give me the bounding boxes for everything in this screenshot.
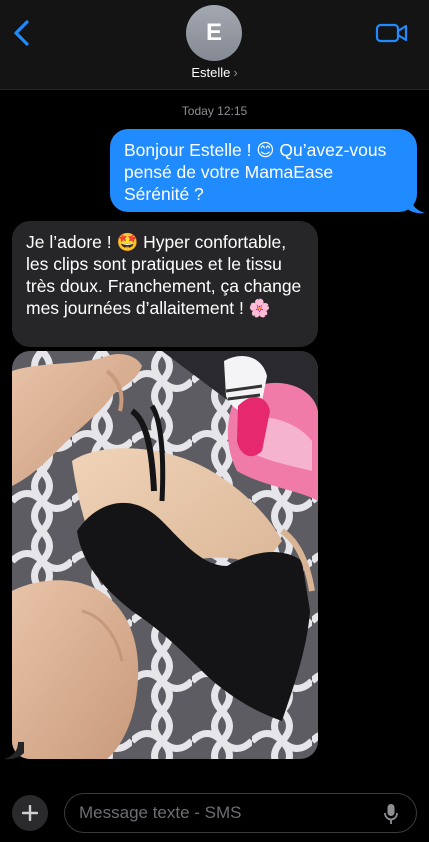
sent-message-bubble[interactable]: Bonjour Estelle ! 😊 Qu’avez-vous pensé d… <box>110 129 417 212</box>
video-camera-icon[interactable] <box>375 20 409 46</box>
received-bubble-tail <box>4 742 24 760</box>
contact-name-label: Estelle <box>191 65 231 80</box>
message-composer[interactable] <box>64 793 417 833</box>
avatar-initial: E <box>205 19 222 46</box>
add-attachment-button[interactable] <box>12 795 48 831</box>
contact-avatar[interactable]: E <box>186 5 242 61</box>
sent-bubble-tail <box>405 196 425 214</box>
message-timestamp: Today 12:15 <box>181 104 248 118</box>
photo-attachment[interactable] <box>12 351 318 759</box>
received-message-bubble[interactable]: Je l’adore ! 🤩 Hyper confortable, les cl… <box>12 221 318 347</box>
sent-message-text: Bonjour Estelle ! 😊 Qu’avez-vous pensé d… <box>124 140 387 204</box>
conversation-header: E Estelle › <box>0 0 429 90</box>
microphone-icon[interactable] <box>384 803 398 825</box>
photo-image <box>12 351 318 759</box>
back-chevron-icon[interactable] <box>10 18 34 48</box>
chevron-right-icon: › <box>233 65 238 80</box>
message-input[interactable] <box>79 794 379 832</box>
received-message-text: Je l’adore ! 🤩 Hyper confortable, les cl… <box>26 232 302 318</box>
contact-name-button[interactable]: Estelle › <box>0 65 429 80</box>
plus-icon <box>22 805 38 821</box>
